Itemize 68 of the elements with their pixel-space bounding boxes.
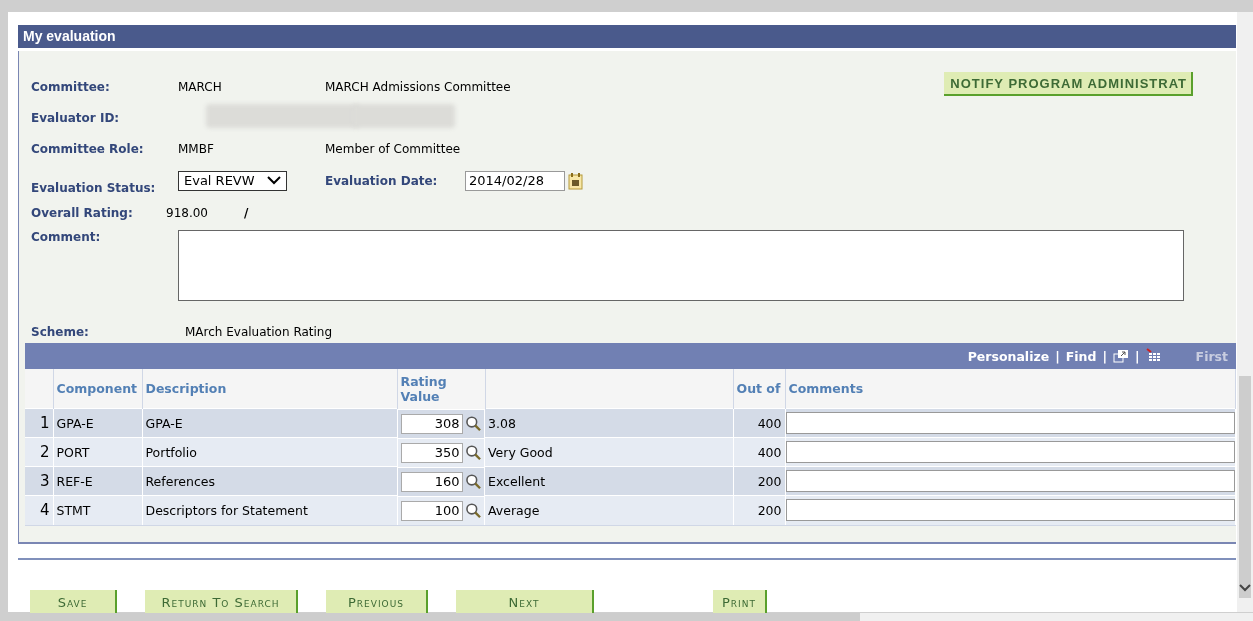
search-icon[interactable] <box>464 444 481 461</box>
rating-separator: / <box>244 205 249 220</box>
toolbar-link[interactable]: Find <box>1065 348 1097 364</box>
search-icon[interactable] <box>464 415 481 432</box>
search-icon[interactable] <box>464 502 481 519</box>
table-cell: 400 <box>757 415 782 431</box>
comments-field[interactable] <box>785 470 1235 492</box>
field-label: Evaluation Status: <box>30 181 157 197</box>
column-header: Out of <box>733 369 785 409</box>
field-description: MARCH Admissions Committee <box>325 79 511 94</box>
toolbar-separator: | <box>1102 348 1107 364</box>
field-description: Member of Committee <box>325 141 461 156</box>
table-cell: 200 <box>757 502 782 518</box>
field-label: Comment: <box>30 230 102 244</box>
table-cell: GPA-E <box>56 415 94 431</box>
toolbar-link[interactable]: Personalize <box>967 348 1050 364</box>
row-number: 2 <box>39 443 50 461</box>
calendar-icon[interactable] <box>568 171 584 190</box>
table-cell: Average <box>488 502 540 518</box>
field-label: Evaluation Date: <box>325 173 439 188</box>
table-cell: 400 <box>757 444 782 460</box>
column-header: Component <box>53 369 142 409</box>
table-cell: PORT <box>56 444 90 460</box>
toolbar-separator: | <box>1055 348 1060 364</box>
table-cell: REF-E <box>56 473 93 489</box>
new-window-icon[interactable] <box>1113 349 1129 363</box>
table-cell: 200 <box>757 473 782 489</box>
field-value: MMBF <box>178 141 215 156</box>
table-cell: Descriptors for Statement <box>145 502 308 518</box>
table-cell: References <box>145 473 215 489</box>
row-number: 3 <box>39 472 50 490</box>
status-dropdown[interactable]: Eval REVW <box>178 170 287 191</box>
row-number: 1 <box>39 414 50 432</box>
rating-field[interactable]: 160 <box>400 471 463 492</box>
grid-icon[interactable] <box>1145 348 1162 364</box>
table-cell: STMT <box>56 502 91 518</box>
scroll-down-icon[interactable] <box>1239 584 1251 592</box>
comments-field[interactable] <box>785 499 1235 522</box>
rating-field[interactable]: 350 <box>400 442 463 463</box>
field-value: MArch Evaluation Rating <box>184 325 333 339</box>
table-cell: Portfolio <box>145 444 197 460</box>
comment-field[interactable] <box>178 230 1184 301</box>
toolbar-separator: | <box>1135 348 1140 364</box>
table-cell: Excellent <box>488 473 546 489</box>
field-value: MARCH <box>178 79 223 94</box>
table-cell: Very Good <box>488 444 553 460</box>
column-header: Comments <box>785 369 1236 409</box>
rating-field[interactable]: 308 <box>400 413 463 434</box>
field-label: Committee: <box>30 79 111 94</box>
vertical-scrollbar[interactable] <box>1237 12 1253 612</box>
column-header: Rating Value <box>397 369 485 409</box>
chevron-icon <box>266 176 281 185</box>
rating-value: 918.00 <box>166 205 209 220</box>
table-cell: GPA-E <box>145 415 183 431</box>
rating-field[interactable]: 100 <box>400 500 463 521</box>
column-header: Description <box>142 369 397 409</box>
section-title: My evaluation <box>18 25 1236 48</box>
row-number: 4 <box>39 501 50 520</box>
notify-button[interactable]: NOTIFY PROGRAM ADMINISTRAT <box>944 72 1193 96</box>
comments-field[interactable] <box>785 441 1235 463</box>
field-label: Committee Role: <box>30 141 145 156</box>
field-label: Scheme: <box>30 325 90 339</box>
table-cell: 3.08 <box>488 415 516 431</box>
comments-field[interactable] <box>785 412 1235 434</box>
search-icon[interactable] <box>464 473 481 490</box>
horizontal-scrollbar[interactable] <box>30 613 1253 621</box>
date-field[interactable]: 2014/02/28 <box>465 170 565 191</box>
field-label: Evaluator ID: <box>30 110 121 125</box>
